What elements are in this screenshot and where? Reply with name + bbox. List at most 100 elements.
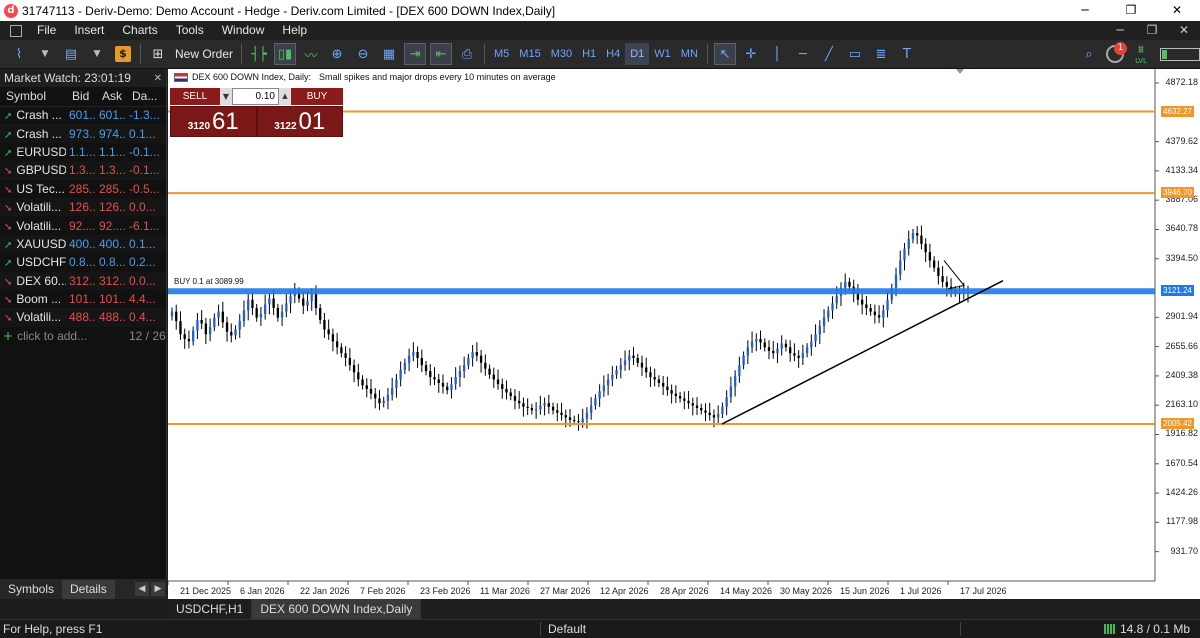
table-row[interactable]: ➘ Volatili... 92.... 92.... -6.1...	[0, 216, 166, 234]
price-chart[interactable]	[168, 69, 1200, 599]
table-row[interactable]: ➘Volatili...488...488...0.4...	[0, 308, 166, 327]
menu-file[interactable]: File	[28, 21, 65, 40]
table-row[interactable]: ➚Crash ...973...974...0.1...	[0, 124, 166, 143]
tab-scroll-left-icon[interactable]: ◀	[135, 582, 149, 596]
column-bid[interactable]: Bid	[66, 87, 96, 107]
timeframe-h4[interactable]: H4	[601, 43, 625, 65]
symbol-cell[interactable]: ➚ XAUUSD	[0, 234, 66, 254]
zoom-out-icon[interactable]: ⊖	[352, 43, 374, 65]
column-daily[interactable]: Da...	[126, 87, 166, 107]
menu-window[interactable]: Window	[213, 21, 274, 40]
chart-minimize-icon[interactable]: ─	[1104, 21, 1136, 40]
autoscroll-icon[interactable]: ⇥	[404, 43, 427, 65]
maximize-icon[interactable]: ❐	[1108, 0, 1154, 21]
new-order-button[interactable]: New Order	[171, 47, 237, 61]
timeframe-h1[interactable]: H1	[577, 43, 601, 65]
timeframe-d1[interactable]: D1	[625, 43, 650, 65]
buy-label[interactable]: BUY	[291, 88, 343, 105]
column-symbol[interactable]: Symbol	[0, 87, 66, 107]
menu-charts[interactable]: Charts	[113, 21, 166, 40]
tab-dex600-daily[interactable]: DEX 600 DOWN Index,Daily	[252, 599, 422, 619]
trendline-icon[interactable]: ╱	[818, 43, 840, 65]
zoom-in-icon[interactable]: ⊕	[326, 43, 348, 65]
menu-tools[interactable]: Tools	[167, 21, 213, 40]
table-row[interactable]: ➘DEX 60...312...312...0.0...	[0, 271, 166, 290]
tab-details[interactable]: Details	[62, 579, 115, 599]
symbol-cell[interactable]: ➘ DEX 60...	[0, 271, 66, 290]
symbol-cell[interactable]: ➘ US Tec...	[0, 180, 66, 198]
timeframe-mn[interactable]: MN	[676, 43, 703, 65]
table-row[interactable]: ➚ USDCHF 0.8... 0.8... 0.2...	[0, 253, 166, 271]
indicators-icon[interactable]: ▤	[60, 43, 82, 65]
timeframe-m30[interactable]: M30	[546, 43, 577, 65]
tab-usdchf-h1[interactable]: USDCHF,H1	[168, 599, 253, 619]
main-toolbar: ⌇ ▼ ▤ ▼ $ ⊞ New Order ┤┝ ▯▮ 〰 ⊕ ⊖ ▦ ⇥ ⇤ …	[0, 40, 1200, 69]
tab-symbols[interactable]: Symbols	[0, 580, 62, 599]
table-row[interactable]: ➚Crash ...601...601...-1.3...	[0, 106, 166, 124]
table-row[interactable]: ➚ EURUSD 1.1... 1.1... -0.1...	[0, 143, 166, 161]
minimize-icon[interactable]: ─	[1062, 0, 1108, 21]
symbol-cell[interactable]: ➘ GBPUSD	[0, 161, 66, 180]
volume-dropdown-icon[interactable]: ▼	[220, 88, 232, 105]
timeframe-m5[interactable]: M5	[489, 43, 514, 65]
volume-input[interactable]: 0.10	[232, 88, 279, 105]
line-icon[interactable]: 〰	[300, 43, 322, 65]
rectangle-icon[interactable]: ▭	[844, 43, 866, 65]
menu-insert[interactable]: Insert	[65, 21, 113, 40]
symbol-cell[interactable]: ➘ Volatili...	[0, 197, 66, 217]
column-ask[interactable]: Ask	[96, 87, 126, 107]
add-symbol-row[interactable]: +click to add...12 / 263	[0, 327, 166, 345]
new-order-icon[interactable]: ⊞	[147, 43, 169, 65]
chart-area[interactable]: DEX 600 DOWN Index, Daily: Small spikes …	[168, 69, 1200, 599]
close-icon[interactable]: ✕	[154, 73, 162, 84]
close-icon[interactable]: ✕	[1154, 0, 1200, 21]
cursor-icon[interactable]: ↖	[713, 43, 736, 65]
level-label: LVL	[1135, 57, 1147, 65]
volume-spinner-icon[interactable]: ▲	[279, 88, 291, 105]
sell-button[interactable]: 3120 61	[170, 106, 257, 137]
candle-body	[750, 341, 754, 348]
buy-button[interactable]: 3122 01	[256, 106, 343, 137]
symbol-cell[interactable]: ➚ EURUSD	[0, 143, 66, 161]
vertical-line-icon[interactable]: │	[766, 43, 788, 65]
chart-shift-icon[interactable]: ⇤	[430, 43, 453, 65]
text-tool-icon[interactable]: T	[896, 43, 918, 65]
add-symbol-link[interactable]: + click to add...	[0, 327, 126, 345]
chart-type-dropdown-icon[interactable]: ▼	[34, 43, 56, 65]
symbol-cell[interactable]: ➚ Crash ...	[0, 124, 66, 143]
connection-status[interactable]: 14.8 / 0.1 Mb	[1103, 622, 1190, 636]
tile-windows-icon[interactable]: ▦	[378, 43, 400, 65]
bar-chart-icon[interactable]: ┤┝	[248, 43, 270, 65]
line-chart-icon[interactable]: ⌇	[8, 43, 30, 65]
table-row[interactable]: ➘US Tec...285...285...-0.5...	[0, 180, 166, 198]
signal-level-button[interactable]: ⩩ LVL	[1130, 43, 1152, 65]
chart-window-icon[interactable]	[10, 24, 22, 37]
trade-history-icon[interactable]: $	[112, 43, 134, 65]
table-row[interactable]: ➘Boom ...101...101...4.4...	[0, 290, 166, 308]
table-row[interactable]: ➘Volatili...126...126...0.0...	[0, 197, 166, 217]
buy-position-label[interactable]: BUY 0.1 at 3089.99	[174, 277, 244, 286]
timeframe-w1[interactable]: W1	[649, 43, 676, 65]
chart-close-icon[interactable]: ✕	[1168, 21, 1200, 40]
status-profile[interactable]: Default	[548, 622, 586, 636]
horizontal-line-icon[interactable]: ─	[792, 43, 814, 65]
indicators-dropdown-icon[interactable]: ▼	[86, 43, 108, 65]
crosshair-icon[interactable]: ✛	[740, 43, 762, 65]
chart-restore-icon[interactable]: ❐	[1136, 21, 1168, 40]
table-row[interactable]: ➚XAUUSD400...400...0.1...	[0, 234, 166, 254]
candlestick-icon[interactable]: ▯▮	[274, 43, 297, 65]
symbol-cell[interactable]: ➘ Boom ...	[0, 290, 66, 308]
symbol-cell[interactable]: ➚ Crash ...	[0, 106, 66, 124]
screenshot-icon[interactable]: ⎙	[456, 43, 478, 65]
notifications-button[interactable]: 1	[1104, 42, 1127, 65]
search-icon[interactable]: ⌕	[1078, 43, 1100, 65]
tab-scroll-right-icon[interactable]: ▶	[151, 582, 165, 596]
sell-label[interactable]: SELL	[170, 88, 220, 105]
table-row[interactable]: ➘ GBPUSD 1.3... 1.3... -0.1...	[0, 161, 166, 180]
timeframe-m15[interactable]: M15	[514, 43, 545, 65]
fibonacci-icon[interactable]: ≣	[870, 43, 892, 65]
menu-help[interactable]: Help	[273, 21, 316, 40]
symbol-cell[interactable]: ➘ Volatili...	[0, 216, 66, 234]
symbol-cell[interactable]: ➘ Volatili...	[0, 308, 66, 327]
symbol-cell[interactable]: ➚ USDCHF	[0, 253, 66, 271]
